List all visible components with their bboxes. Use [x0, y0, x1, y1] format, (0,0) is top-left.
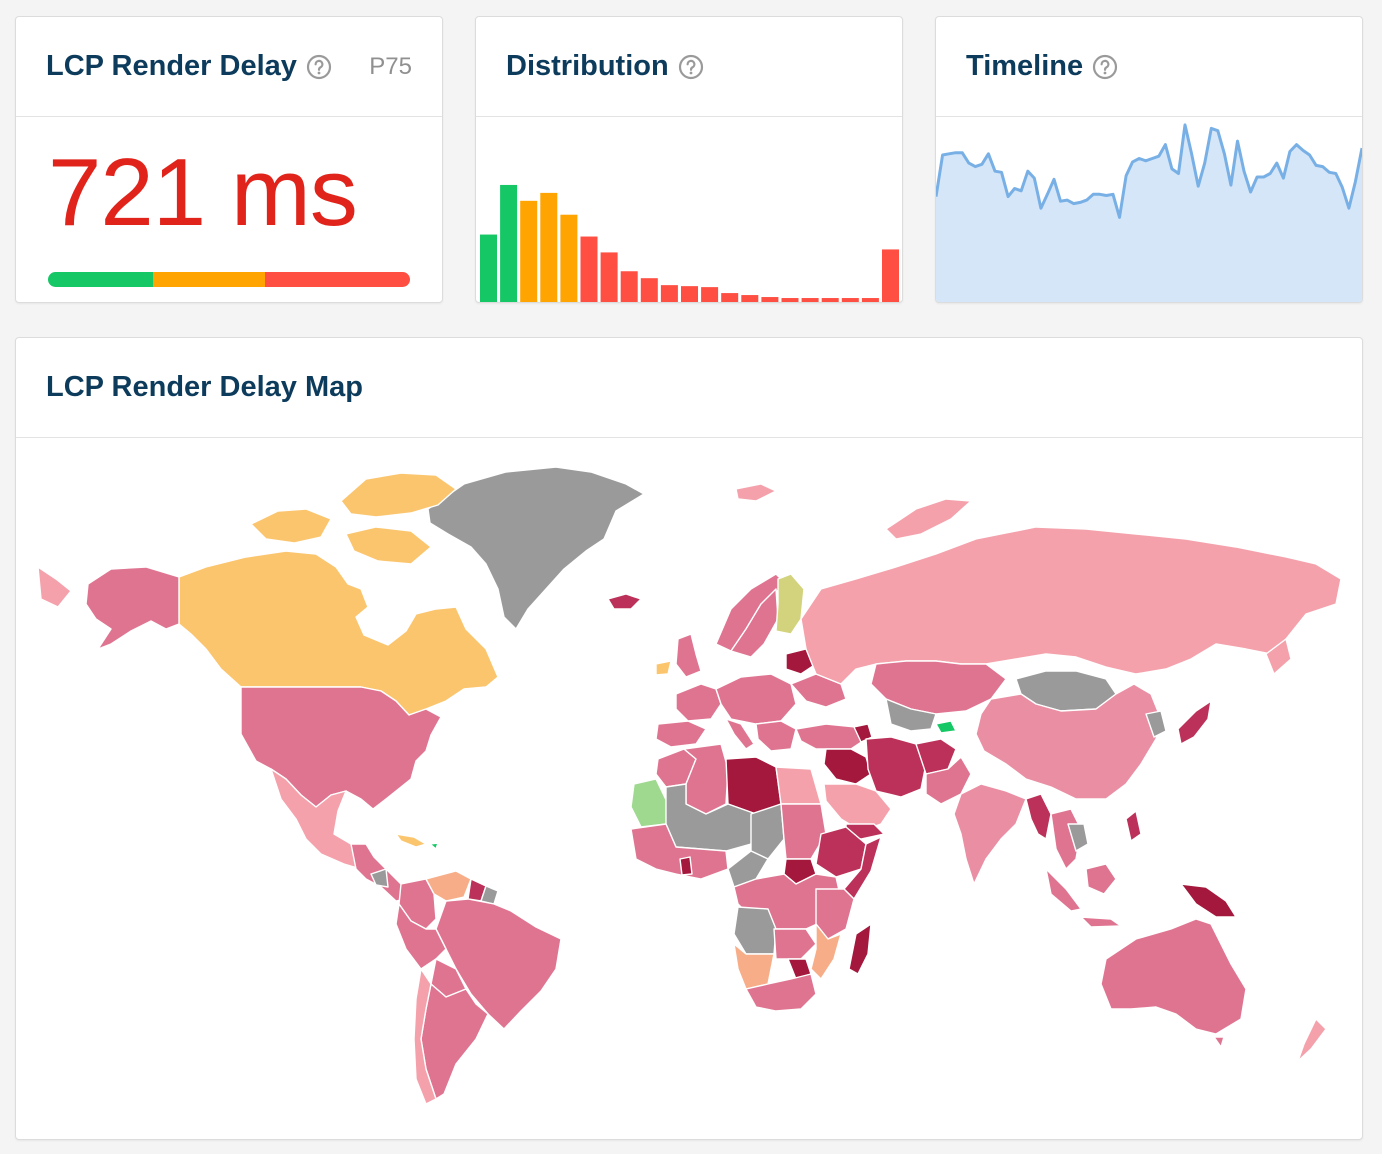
map-region-libya[interactable] — [725, 756, 782, 815]
map-card: LCP Render Delay Map — [15, 337, 1363, 1140]
map-region-russia[interactable] — [800, 526, 1342, 685]
distribution-bar-9[interactable] — [640, 278, 658, 303]
map-region-cuba[interactable] — [395, 833, 427, 848]
map-card-header: LCP Render Delay Map — [16, 338, 1362, 438]
map-region-tajikistan[interactable] — [935, 720, 957, 734]
threshold-bar — [48, 272, 410, 287]
distribution-card-header: Distribution — [476, 17, 902, 117]
map-region-angola[interactable] — [733, 906, 777, 955]
percentile-label: P75 — [369, 52, 412, 80]
map-region-borneo[interactable] — [1085, 863, 1117, 895]
map-region-tasmania[interactable] — [1213, 1036, 1225, 1048]
map-region-iceland[interactable] — [607, 593, 642, 610]
distribution-bar-16[interactable] — [781, 298, 799, 303]
map-region-ghana[interactable] — [679, 856, 693, 876]
map-region-spain[interactable] — [655, 720, 707, 748]
distribution-bar-7[interactable] — [600, 252, 618, 303]
summary-card-header: LCP Render Delay P75 — [16, 17, 442, 117]
map-card-title: LCP Render Delay Map — [46, 371, 363, 403]
timeline-area-chart — [936, 123, 1362, 302]
timeline-card: Timeline — [935, 16, 1363, 303]
map-region-finland[interactable] — [775, 573, 805, 635]
map-region-india[interactable] — [953, 783, 1027, 885]
distribution-bar-4[interactable] — [540, 192, 558, 303]
question-circle-icon[interactable] — [1092, 54, 1118, 80]
map-region-myanmar[interactable] — [1025, 793, 1052, 840]
map-region-zambia[interactable] — [773, 928, 817, 960]
threshold-needs-improvement-segment — [152, 272, 266, 287]
map-region-egypt[interactable] — [775, 766, 822, 805]
map-region-balkans[interactable] — [755, 720, 797, 752]
distribution-bar-8[interactable] — [620, 271, 638, 303]
map-region-ireland[interactable] — [655, 660, 672, 676]
distribution-bar-5[interactable] — [560, 214, 578, 303]
distribution-bar-18[interactable] — [821, 298, 839, 303]
summary-card: LCP Render Delay P75 721 ms — [15, 16, 443, 303]
map-region-arctic-islands-3[interactable] — [345, 526, 432, 565]
distribution-card-title: Distribution — [506, 50, 669, 82]
map-region-europe-west[interactable] — [675, 683, 722, 722]
distribution-bar-10[interactable] — [660, 285, 678, 303]
metric-value: 721 ms — [48, 139, 358, 246]
map-region-new-zealand[interactable] — [1297, 1018, 1327, 1062]
map-region-caribbean[interactable] — [429, 842, 439, 850]
distribution-card: Distribution — [475, 16, 903, 303]
map-region-algeria[interactable] — [683, 743, 729, 815]
map-region-java[interactable] — [1080, 916, 1122, 928]
map-region-uk[interactable] — [675, 633, 702, 678]
distribution-bar-21[interactable] — [882, 249, 899, 303]
map-region-new-guinea[interactable] — [1180, 883, 1237, 918]
distribution-bar-19[interactable] — [841, 298, 859, 303]
threshold-good-segment — [48, 272, 153, 287]
distribution-bar-13[interactable] — [721, 293, 739, 303]
map-region-alaska-west[interactable] — [37, 566, 72, 608]
map-region-chad[interactable] — [750, 803, 785, 860]
summary-card-title: LCP Render Delay — [46, 50, 297, 82]
distribution-chart — [476, 118, 902, 302]
distribution-bar-20[interactable] — [861, 298, 879, 303]
timeline-card-header: Timeline — [936, 17, 1362, 117]
distribution-histogram — [480, 184, 899, 303]
map-region-mauritania[interactable] — [630, 778, 669, 828]
distribution-bar-12[interactable] — [701, 287, 719, 303]
distribution-bar-3[interactable] — [520, 200, 538, 303]
map-region-sumatra[interactable] — [1045, 868, 1082, 912]
map-region-arctic-islands-2[interactable] — [250, 508, 332, 544]
timeline-card-title: Timeline — [966, 50, 1084, 82]
timeline-area-fill — [936, 124, 1362, 302]
timeline-chart — [936, 118, 1362, 302]
world-map-svg[interactable] — [16, 439, 1362, 1139]
distribution-bar-1[interactable] — [480, 234, 497, 303]
threshold-poor-segment — [265, 272, 410, 287]
map-region-russia-north-island[interactable] — [885, 498, 972, 540]
distribution-bar-14[interactable] — [741, 295, 759, 303]
distribution-bar-11[interactable] — [681, 286, 698, 303]
map-region-japan[interactable] — [1177, 700, 1212, 745]
question-circle-icon[interactable] — [306, 54, 332, 80]
map-region-europe-central[interactable] — [715, 673, 797, 725]
distribution-bar-15[interactable] — [761, 297, 779, 303]
map-region-madagascar[interactable] — [848, 923, 872, 975]
map-region-italy[interactable] — [725, 718, 755, 750]
distribution-bar-17[interactable] — [801, 298, 819, 303]
distribution-bar-6[interactable] — [580, 236, 598, 303]
map-region-philippines[interactable] — [1125, 810, 1142, 842]
world-map[interactable] — [16, 439, 1362, 1139]
map-region-svalbard[interactable] — [735, 483, 777, 502]
map-region-australia[interactable] — [1100, 918, 1247, 1035]
map-region-alaska[interactable] — [85, 566, 180, 650]
question-circle-icon[interactable] — [678, 54, 704, 80]
distribution-bar-2[interactable] — [500, 184, 518, 303]
map-region-syria-iraq[interactable] — [823, 748, 872, 785]
